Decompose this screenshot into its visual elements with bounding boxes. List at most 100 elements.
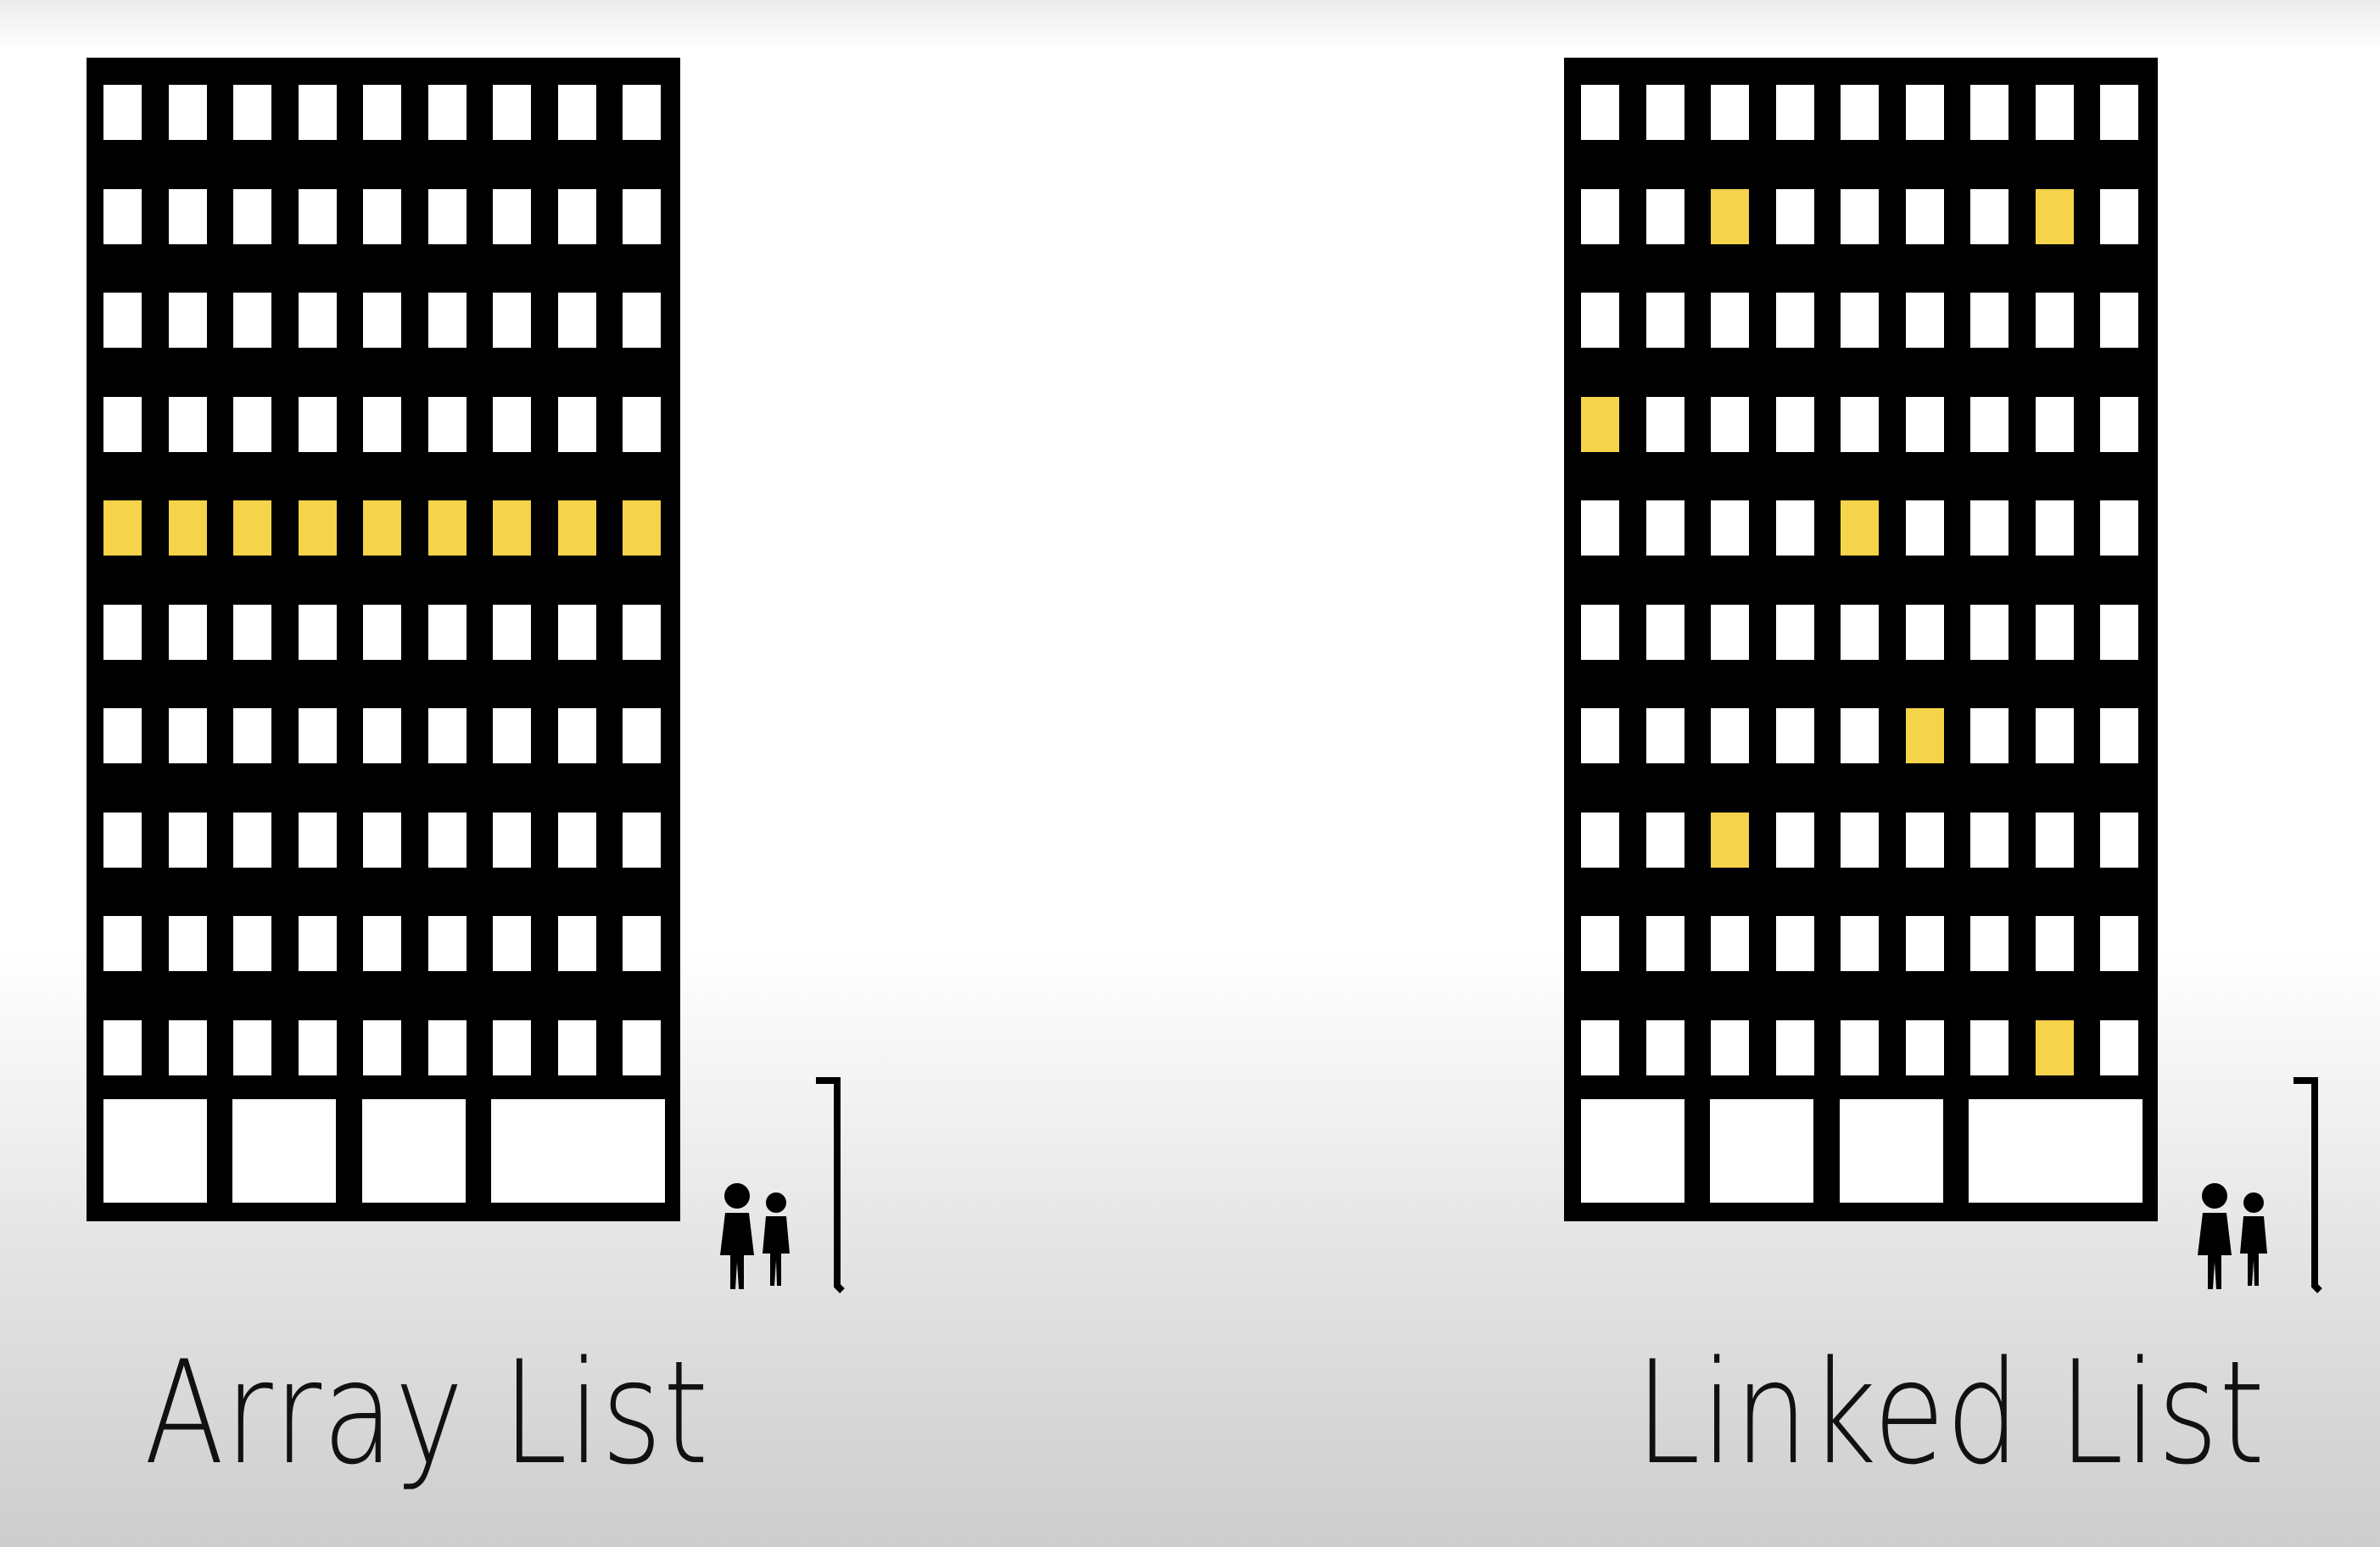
ground-floor-door [103, 1099, 207, 1203]
ground-floor-door [232, 1099, 336, 1203]
window [623, 85, 661, 140]
window [363, 916, 401, 971]
window [2100, 708, 2138, 763]
window [557, 293, 596, 348]
window [298, 916, 337, 971]
window [2100, 396, 2138, 452]
window [298, 708, 337, 763]
window-highlighted [1581, 396, 1619, 452]
window [103, 916, 142, 971]
window [1711, 85, 1749, 140]
building-icon [1564, 58, 2158, 1221]
window [1905, 396, 1944, 452]
window [103, 1019, 142, 1075]
window [1645, 1019, 1684, 1075]
window [1645, 396, 1684, 452]
window [2100, 188, 2138, 244]
window-highlighted [1905, 708, 1944, 763]
window [1581, 604, 1619, 660]
window [1645, 85, 1684, 140]
window [1645, 604, 1684, 660]
window [557, 916, 596, 971]
ground-floor-door [1710, 1099, 1813, 1203]
lamp-post-icon [816, 1077, 845, 1293]
window [103, 396, 142, 452]
window [1775, 916, 1814, 971]
window [557, 1019, 596, 1075]
lamp-post-icon [2293, 1077, 2322, 1293]
window [298, 1019, 337, 1075]
window [363, 708, 401, 763]
window-highlighted [623, 500, 661, 556]
window [103, 188, 142, 244]
window [233, 604, 271, 660]
window [1970, 708, 2008, 763]
window [557, 188, 596, 244]
window [1645, 812, 1684, 868]
linked-list-diagram: Linked List [1564, 58, 2327, 1496]
window [1775, 1019, 1814, 1075]
window-highlighted [557, 500, 596, 556]
window [493, 293, 531, 348]
window [1645, 188, 1684, 244]
window [1711, 604, 1749, 660]
window [298, 812, 337, 868]
window [493, 916, 531, 971]
window [493, 396, 531, 452]
window [1970, 1019, 2008, 1075]
ground-floor-door [1581, 1099, 1684, 1203]
window [1970, 85, 2008, 140]
window [427, 1019, 467, 1075]
window [168, 812, 207, 868]
window [363, 396, 401, 452]
window [168, 293, 207, 348]
window-highlighted [493, 500, 531, 556]
window [1970, 604, 2008, 660]
window [1775, 396, 1814, 452]
window-highlighted [233, 500, 271, 556]
window [2100, 293, 2138, 348]
window [493, 604, 531, 660]
window [1711, 396, 1749, 452]
window [1775, 812, 1814, 868]
ground-floor-door [1840, 1099, 1943, 1203]
ground-floor-door [491, 1099, 665, 1203]
window [427, 708, 467, 763]
window [623, 396, 661, 452]
window [623, 1019, 661, 1075]
window [1841, 1019, 1879, 1075]
window [1970, 500, 2008, 556]
window [168, 604, 207, 660]
window [363, 188, 401, 244]
window [103, 708, 142, 763]
people-icon [2198, 1077, 2322, 1293]
window [168, 1019, 207, 1075]
window [1645, 708, 1684, 763]
window [2035, 604, 2074, 660]
diagram-label-array-list: Array List [144, 1330, 710, 1496]
window [2035, 916, 2074, 971]
window [623, 916, 661, 971]
window-highlighted [1841, 500, 1879, 556]
window [1581, 1019, 1619, 1075]
window-highlighted [2035, 1019, 2074, 1075]
window-highlighted [1711, 188, 1749, 244]
window [427, 293, 467, 348]
window [1581, 916, 1619, 971]
window [1711, 293, 1749, 348]
window [233, 1019, 271, 1075]
window [363, 1019, 401, 1075]
window [1841, 293, 1879, 348]
window [1711, 500, 1749, 556]
window [1711, 1019, 1749, 1075]
window [1645, 293, 1684, 348]
building-icon [87, 58, 680, 1221]
ground-floor-door [1969, 1099, 2143, 1203]
window [427, 188, 467, 244]
window [168, 708, 207, 763]
window [298, 604, 337, 660]
window [233, 188, 271, 244]
window [1841, 916, 1879, 971]
window [233, 85, 271, 140]
window [493, 708, 531, 763]
